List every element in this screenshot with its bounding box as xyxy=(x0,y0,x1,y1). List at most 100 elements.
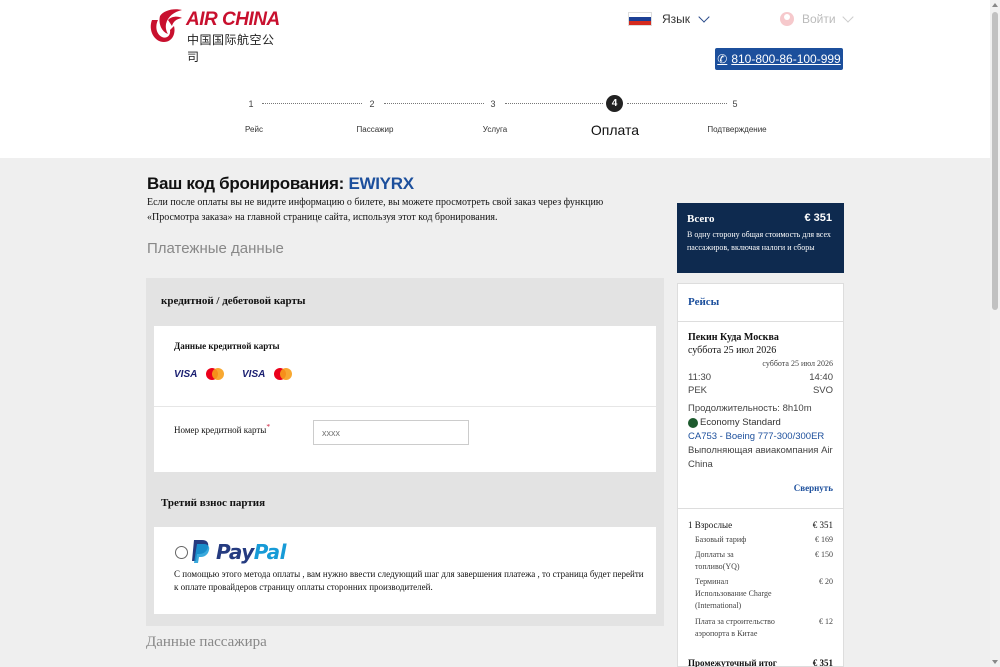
step-label-active: Оплата xyxy=(590,122,640,138)
paypal-word-pal: Pal xyxy=(253,539,287,564)
user-icon xyxy=(780,12,794,26)
login-button[interactable]: Войти xyxy=(780,11,854,26)
visa-icon: VISA xyxy=(242,368,266,380)
flights-title: Рейсы xyxy=(688,296,720,308)
step-number: 5 xyxy=(732,99,738,109)
step-label: Пассажир xyxy=(356,125,394,134)
step-number: 1 xyxy=(248,99,254,109)
scrollbar-thumb[interactable] xyxy=(992,12,998,310)
fee-value: € 12 xyxy=(819,617,833,626)
departure-time: 11:30 xyxy=(688,372,712,383)
fee-value: € 20 xyxy=(819,577,833,586)
adults-value: € 351 xyxy=(812,520,833,530)
adults-price-row: 1 Взрослые € 351 xyxy=(688,520,833,530)
total-description: В одну сторону общая стоимость для всех … xyxy=(687,230,831,252)
fee-name: Плата за строительство аэропорта в Китае xyxy=(695,617,775,638)
arrival-airport: SVO xyxy=(812,385,833,396)
mastercard-icon xyxy=(206,368,224,380)
card-method-title: кредитной / дебетовой карты xyxy=(161,295,306,307)
air-china-logo[interactable]: AIR CHINA 中国国际航空公司 xyxy=(146,6,281,64)
payment-section-title: Платежные данные xyxy=(147,240,284,257)
phoenix-logo-icon xyxy=(150,9,182,42)
flight-times: 11:30 14:40 xyxy=(688,372,833,383)
operating-carrier: Выполняющая авиакомпания Air China xyxy=(688,445,833,470)
chevron-down-icon xyxy=(841,11,854,23)
visa-icon: VISA xyxy=(174,368,198,380)
flight-date: суббота 25 июл 2026 xyxy=(688,345,777,356)
booking-code: EWIYRX xyxy=(348,174,414,193)
booking-note: Если после оплаты вы не видите информаци… xyxy=(147,197,604,223)
subtotal-row: Промежуточный итог € 351 xyxy=(688,658,833,667)
total-value: € 351 xyxy=(804,212,832,224)
chevron-down-icon xyxy=(698,11,710,23)
paypal-word-pay: Pay xyxy=(216,539,254,564)
paypal-option[interactable]: PayPal С помощью этого метода оплаты , в… xyxy=(154,527,656,614)
booking-code-label: Ваш код бронирования: xyxy=(147,174,345,193)
booking-code-heading: Ваш код бронирования: EWIYRX xyxy=(147,174,414,194)
divider xyxy=(678,321,843,322)
paypal-radio[interactable] xyxy=(175,546,188,559)
paypal-wordmark: PayPal xyxy=(216,539,287,564)
fee-row: Терминал Использование Charge (Internati… xyxy=(695,576,833,612)
flight-date-small: суббота 25 июл 2026 xyxy=(762,359,833,368)
logo-text-cn: 中国国际航空公司 xyxy=(187,33,275,64)
divider xyxy=(678,508,843,509)
fee-name: Терминал Использование Charge (Internati… xyxy=(695,577,772,610)
adults-label: 1 Взрослые xyxy=(688,520,733,530)
paypal-logo: PayPal xyxy=(190,539,287,564)
step-label: Рейс xyxy=(245,125,263,134)
fee-row: Базовый тариф € 169 xyxy=(695,534,833,546)
phone-icon: ✆ xyxy=(717,52,728,66)
cabin-class-label: Economy Standard xyxy=(700,417,781,428)
language-selector[interactable]: Язык xyxy=(628,11,710,26)
collapse-link[interactable]: Свернуть xyxy=(794,483,833,493)
russian-flag-icon xyxy=(628,12,652,26)
cabin-class: Economy Standard xyxy=(688,417,781,428)
flight-duration: Продолжительность: 8h10m xyxy=(688,403,812,414)
divider xyxy=(154,406,656,407)
mastercard-icon xyxy=(274,368,292,380)
step-number: 2 xyxy=(369,99,375,109)
language-label: Язык xyxy=(662,12,691,26)
step-connector xyxy=(505,103,603,104)
flight-number[interactable]: CA753 - Boeing 777-300/300ER xyxy=(688,431,824,442)
required-mark: * xyxy=(266,422,271,431)
step-label: Услуга xyxy=(482,125,508,134)
step-number: 3 xyxy=(490,99,496,109)
third-party-title: Третий взнос партия xyxy=(161,497,266,509)
passenger-section-title: Данные пассажира xyxy=(146,634,267,650)
card-data-label: Данные кредитной карты xyxy=(174,341,280,351)
login-label: Войти xyxy=(802,12,836,26)
fee-row: Доплаты за топливо(YQ) € 150 xyxy=(695,549,833,573)
page-header: AIR CHINA 中国国际航空公司 Язык Войти ✆ 810-800-… xyxy=(0,0,990,158)
cabin-icon xyxy=(688,417,698,428)
step-connector xyxy=(262,103,362,104)
phone-button[interactable]: ✆ 810-800-86-100-999 xyxy=(715,48,843,70)
logo-text-en: AIR CHINA xyxy=(186,9,280,30)
fee-name: Доплаты за топливо(YQ) xyxy=(695,550,740,571)
paypal-icon xyxy=(192,540,210,563)
phone-number: 810-800-86-100-999 xyxy=(731,52,841,66)
card-form: Данные кредитной карты VISA VISA Номер к… xyxy=(154,326,656,472)
fee-name: Базовый тариф xyxy=(695,535,747,544)
card-number-label-text: Номер кредитной карты xyxy=(174,425,267,435)
total-price-box: Всего € 351 В одну сторону общая стоимос… xyxy=(677,203,844,273)
departure-airport: PEK xyxy=(688,385,708,396)
page-scrollbar[interactable] xyxy=(990,0,1000,667)
scroll-up-arrow-icon[interactable] xyxy=(992,3,998,7)
step-connector xyxy=(384,103,484,104)
fee-value: € 150 xyxy=(815,550,833,559)
booking-steps: 1 2 3 4 5 Рейс Пассажир Услуга Оплата По… xyxy=(0,92,990,142)
flight-summary: Рейсы Пекин Куда Москва суббота 25 июл 2… xyxy=(677,283,844,667)
card-number-label: Номер кредитной карты* xyxy=(174,422,270,435)
step-number-active: 4 xyxy=(606,95,623,112)
flight-airports: PEK SVO xyxy=(688,385,833,396)
card-number-input[interactable] xyxy=(313,420,469,445)
step-label: Подтверждение xyxy=(707,125,767,134)
paypal-note: С помощью этого метода оплаты , вам нужн… xyxy=(174,569,644,592)
fee-row: Плата за строительство аэропорта в Китае… xyxy=(695,616,833,640)
scroll-down-arrow-icon[interactable] xyxy=(992,660,998,664)
fee-value: € 169 xyxy=(815,535,833,544)
flight-route: Пекин Куда Москва xyxy=(688,332,779,343)
step-connector xyxy=(627,103,727,104)
